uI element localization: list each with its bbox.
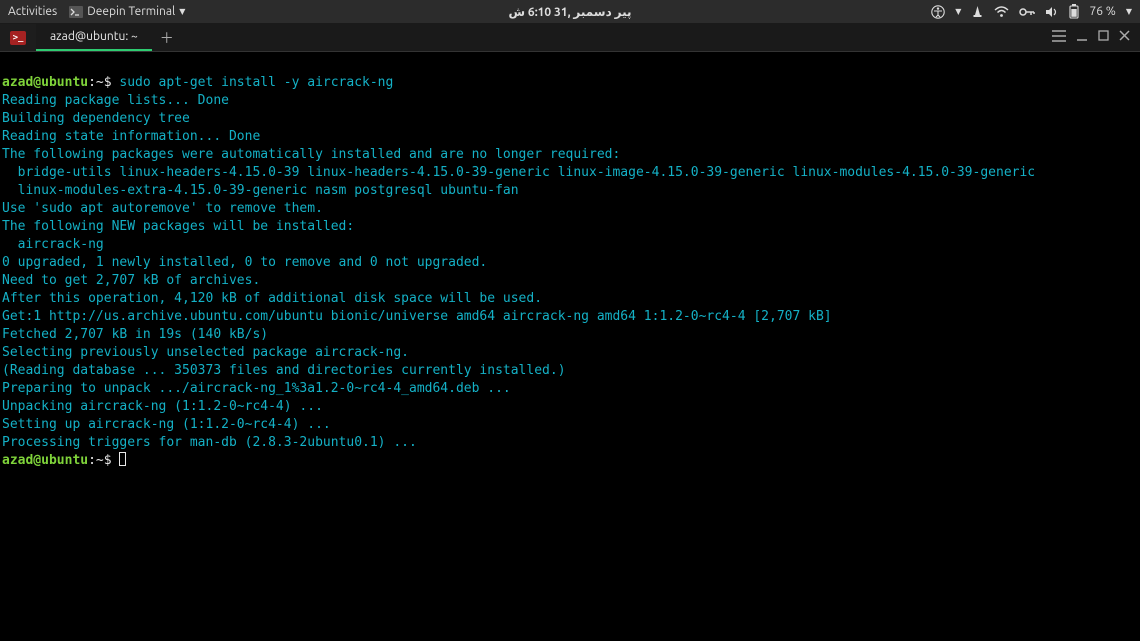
terminal-viewport[interactable]: azad@ubuntu:~$ sudo apt-get install -y a… [0,52,1140,474]
volume-icon[interactable] [1045,6,1059,18]
output-line: 0 upgraded, 1 newly installed, 0 to remo… [2,255,487,270]
activities-button[interactable]: Activities [8,5,57,18]
chevron-down-icon: ▼ [1126,7,1132,16]
prompt-user: azad@ubuntu [2,75,88,90]
vlc-tray-icon[interactable] [971,5,984,18]
wifi-icon[interactable] [994,6,1009,18]
system-tray[interactable]: ▼ 76 % ▼ [931,4,1132,19]
chevron-down-icon: ▼ [179,7,185,16]
output-line: Selecting previously unselected package … [2,345,409,360]
output-line: Processing triggers for man-db (2.8.3-2u… [2,435,417,450]
tab-bar: >_ azad@ubuntu: ~ ＋ [0,24,1140,52]
prompt-user: azad@ubuntu [2,453,88,468]
output-line: Building dependency tree [2,111,190,126]
app-menu[interactable]: Deepin Terminal ▼ [69,5,185,18]
battery-icon[interactable] [1069,4,1079,19]
tab-title: azad@ubuntu: ~ [50,30,138,43]
output-line: (Reading database ... 350373 files and d… [2,363,566,378]
gnome-top-bar: Activities Deepin Terminal ▼ پیر دسمبر ,… [0,0,1140,24]
output-line: Reading package lists... Done [2,93,229,108]
prompt-path: :~$ [88,453,119,468]
close-button[interactable] [1119,30,1130,45]
output-line: linux-modules-extra-4.15.0-39-generic na… [2,183,519,198]
accessibility-icon[interactable] [931,5,945,19]
output-line: The following packages were automaticall… [2,147,620,162]
output-line: Use 'sudo apt autoremove' to remove them… [2,201,323,216]
prompt-path: :~$ [88,75,119,90]
output-line: After this operation, 4,120 kB of additi… [2,291,542,306]
clock[interactable]: پیر دسمبر ,31 6:10 ش [509,5,632,19]
output-line: Preparing to unpack .../aircrack-ng_1%3a… [2,381,511,396]
output-line: aircrack-ng [2,237,104,252]
minimize-button[interactable] [1076,30,1088,46]
new-tab-button[interactable]: ＋ [152,24,182,51]
command-text: sudo apt-get install -y aircrack-ng [119,75,393,90]
app-icon: >_ [0,24,36,51]
terminal-icon [69,6,83,18]
tab-active[interactable]: azad@ubuntu: ~ [36,24,152,51]
output-line: The following NEW packages will be insta… [2,219,354,234]
output-line: Fetched 2,707 kB in 19s (140 kB/s) [2,327,268,342]
chevron-down-icon: ▼ [955,7,961,16]
output-line: Need to get 2,707 kB of archives. [2,273,260,288]
output-line: Get:1 http://us.archive.ubuntu.com/ubunt… [2,309,832,324]
maximize-button[interactable] [1098,30,1109,45]
vpn-key-icon[interactable] [1019,7,1035,17]
output-line: Reading state information... Done [2,129,260,144]
battery-percent: 76 % [1089,5,1115,18]
terminal-app-icon: >_ [10,31,26,45]
output-line: Unpacking aircrack-ng (1:1.2-0~rc4-4) ..… [2,399,323,414]
app-menu-label: Deepin Terminal [87,5,175,18]
cursor [119,452,126,466]
menu-icon[interactable] [1052,30,1066,46]
output-line: bridge-utils linux-headers-4.15.0-39 lin… [2,165,1035,180]
output-line: Setting up aircrack-ng (1:1.2-0~rc4-4) .… [2,417,331,432]
